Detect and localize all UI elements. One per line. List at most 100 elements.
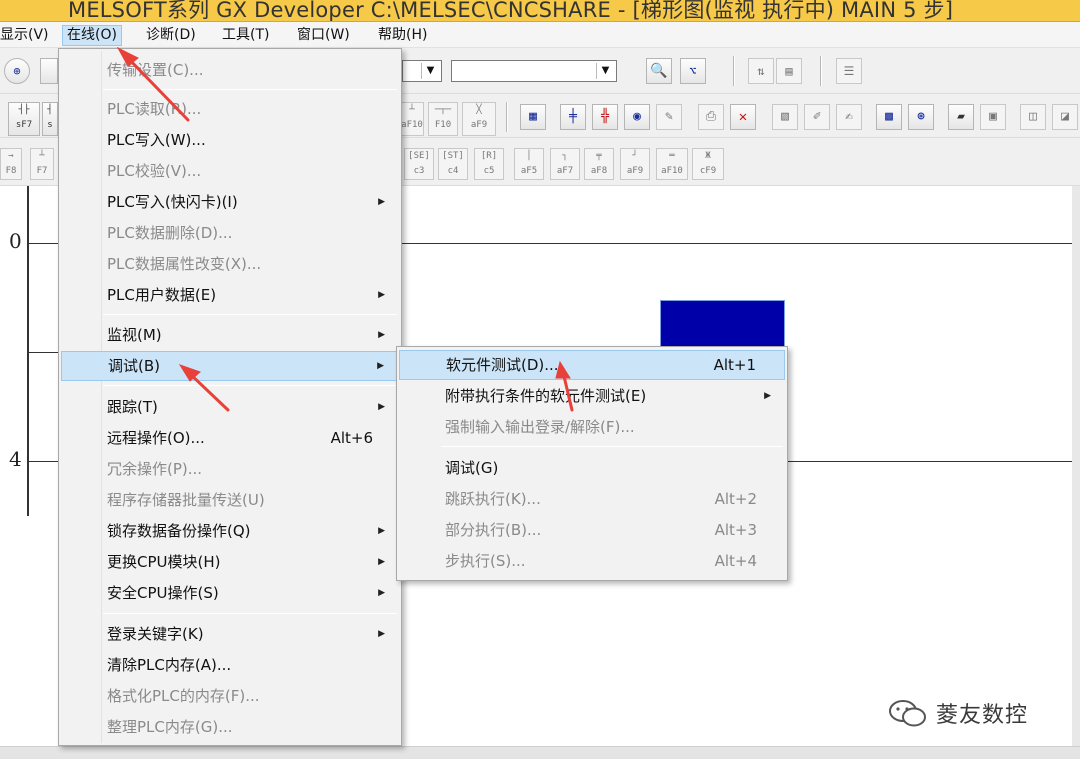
status-bar [0, 746, 1080, 759]
read-mode-icon[interactable]: ▣ [980, 104, 1006, 130]
delete-branch-button[interactable]: ЖcF9 [692, 148, 724, 180]
menu-diagnose[interactable]: 诊断(D) [142, 25, 200, 46]
submenu-arrow-icon: ▶ [378, 330, 385, 340]
submenu-arrow-icon: ▶ [378, 290, 385, 300]
gx-developer-window: { "window": { "title": "MELSOFT系列 GX Dev… [0, 0, 1080, 759]
list-icon[interactable]: ☰ [836, 58, 862, 84]
menu-item-plc-data-delete[interactable]: PLC数据删除(D)... [61, 218, 399, 248]
branch-button[interactable]: ┐ aF7 [550, 148, 580, 180]
line-button[interactable]: ─┬─ F10 [428, 102, 458, 136]
menu-item-label: 清除PLC内存(A)... [107, 656, 232, 674]
window-title: MELSOFT系列 GX Developer C:\MELSEC\CNCSHAR… [68, 0, 954, 22]
menu-item-organize-plc-memory[interactable]: 整理PLC内存(G)... [61, 712, 399, 742]
menu-item-partial-execution[interactable]: 部分执行(B)... Alt+3 [399, 515, 785, 545]
submenu-arrow-icon: ▶ [378, 526, 385, 536]
menu-item-remote-op[interactable]: 远程操作(O)... Alt+6 [61, 423, 399, 453]
find-icon[interactable]: ◉ [624, 104, 650, 130]
menu-tools[interactable]: 工具(T) [218, 25, 273, 46]
submenu-arrow-icon: ▶ [764, 391, 771, 401]
menu-item-debug[interactable]: 调试(B) ▶ [61, 351, 399, 381]
device-list-icon[interactable]: ▩ [876, 104, 902, 130]
tag-label: [R] [480, 151, 498, 161]
io-icon[interactable]: ▦ [520, 104, 546, 130]
menu-item-redundant-op[interactable]: 冗余操作(P)... [61, 454, 399, 484]
menu-item-plc-user-data[interactable]: PLC用户数据(E) ▶ [61, 280, 399, 310]
menu-item-register-keyword[interactable]: 登录关键字(K) ▶ [61, 619, 399, 649]
ladder-edit-icon[interactable]: ╬ [592, 104, 618, 130]
coil-button[interactable]: ┴ F7 [30, 148, 54, 180]
menu-item-device-test[interactable]: 软元件测试(D)... Alt+1 [399, 350, 785, 380]
step-icon[interactable]: ▰ [948, 104, 974, 130]
fkey-label: cF9 [699, 166, 717, 176]
menu-item-debug-mode[interactable]: 调试(G) [399, 453, 785, 483]
step-button[interactable]: [ST] c4 [438, 148, 468, 180]
menu-item-label: 跟踪(T) [107, 398, 158, 416]
menu-help[interactable]: 帮助(H) [374, 25, 431, 46]
monitor-icon[interactable]: ⊕ [4, 58, 30, 84]
menu-item-forced-io[interactable]: 强制输入输出登录/解除(F)... [399, 412, 785, 442]
menu-item-transfer-setup[interactable]: 传输设置(C)... [61, 55, 399, 85]
menu-item-step-execution[interactable]: 步执行(S)... Alt+4 [399, 546, 785, 576]
debug-submenu: 软元件测试(D)... Alt+1 附带执行条件的软元件测试(E) ▶ 强制输入… [396, 346, 788, 581]
delete-line-button[interactable]: ╳ aF9 [462, 102, 496, 136]
menu-item-replace-cpu[interactable]: 更换CPU模块(H) ▶ [61, 547, 399, 577]
menu-item-label: 附带执行条件的软元件测试(E) [445, 387, 647, 405]
menu-item-clear-plc-memory[interactable]: 清除PLC内存(A)... [61, 650, 399, 680]
vertical-line-button[interactable]: │ aF5 [514, 148, 544, 180]
menu-online[interactable]: 在线(O) [62, 25, 122, 46]
menu-item-plc-write-flash[interactable]: PLC写入(快闪卡)(I) ▶ [61, 187, 399, 217]
cancel-icon[interactable]: ✕ [730, 104, 756, 130]
menu-view[interactable]: 显示(V) [0, 25, 53, 46]
title-bar: MELSOFT系列 GX Developer C:\MELSEC\CNCSHAR… [0, 0, 1080, 22]
menu-item-label: PLC校验(V)... [107, 162, 202, 180]
contact-no-button[interactable]: ┤├ sF7 [8, 102, 40, 136]
menu-item-program-memory-transfer[interactable]: 程序存储器批量传送(U) [61, 485, 399, 515]
menu-item-label: PLC写入(W)... [107, 131, 206, 149]
program-combo[interactable]: ▼ [402, 60, 442, 82]
falling-edge-button[interactable]: ┴ aF10 [400, 102, 424, 136]
branch4-button[interactable]: ═ aF10 [656, 148, 688, 180]
zoom-icon[interactable]: ⊛ [908, 104, 934, 130]
ladder-icon[interactable]: ╪ [560, 104, 586, 130]
submenu-arrow-icon: ▶ [378, 629, 385, 639]
menu-separator [103, 613, 397, 614]
contact-nc-button[interactable]: ┤ s [42, 102, 58, 136]
tool-icon[interactable]: ✎ [656, 104, 682, 130]
comment-icon[interactable]: ▧ [772, 104, 798, 130]
transfer-icon[interactable]: ⇅ [748, 58, 774, 84]
menu-item-safety-cpu[interactable]: 安全CPU操作(S) ▶ [61, 578, 399, 608]
menu-item-plc-write[interactable]: PLC写入(W)... [61, 125, 399, 155]
menu-item-label: 程序存储器批量传送(U) [107, 491, 265, 509]
menu-item-monitor[interactable]: 监视(M) ▶ [61, 320, 399, 350]
window2-icon[interactable]: ◪ [1052, 104, 1078, 130]
menu-item-shortcut: Alt+1 [713, 356, 756, 374]
statement-icon[interactable]: ✐ [804, 104, 830, 130]
device-combo[interactable]: ▼ [451, 60, 617, 82]
device-icon[interactable] [40, 58, 58, 84]
menu-window[interactable]: 窗口(W) [293, 25, 354, 46]
menu-item-conditional-device-test[interactable]: 附带执行条件的软元件测试(E) ▶ [399, 381, 785, 411]
menu-item-plc-data-attr[interactable]: PLC数据属性改变(X)... [61, 249, 399, 279]
menu-item-format-plc-memory[interactable]: 格式化PLC的内存(F)... [61, 681, 399, 711]
chevron-down-icon: ▼ [421, 63, 439, 79]
branch2-button[interactable]: ╤ aF8 [584, 148, 614, 180]
output-button[interactable]: → F8 [0, 148, 22, 180]
ladder-cursor[interactable] [660, 300, 785, 352]
tree-icon[interactable]: ⌥ [680, 58, 706, 84]
menu-item-latch-backup[interactable]: 锁存数据备份操作(Q) ▶ [61, 516, 399, 546]
window-icon[interactable]: ◫ [1020, 104, 1046, 130]
branch3-button[interactable]: ┘ aF9 [620, 148, 650, 180]
note-icon[interactable]: ✍ [836, 104, 862, 130]
menu-item-plc-read[interactable]: PLC读取(R)... [61, 94, 399, 124]
menu-item-plc-verify[interactable]: PLC校验(V)... [61, 156, 399, 186]
param-icon[interactable]: ▤ [776, 58, 802, 84]
menu-item-shortcut: Alt+6 [330, 429, 373, 447]
reset-button[interactable]: [R] c5 [474, 148, 504, 180]
print-icon[interactable]: ⎙ [698, 104, 724, 130]
menu-item-skip-execution[interactable]: 跳跃执行(K)... Alt+2 [399, 484, 785, 514]
set-button[interactable]: [SE] c3 [404, 148, 434, 180]
search-icon[interactable]: 🔍 [646, 58, 672, 84]
menu-item-label: 软元件测试(D)... [446, 356, 559, 374]
vertical-scrollbar[interactable] [1072, 186, 1080, 746]
menu-item-trace[interactable]: 跟踪(T) ▶ [61, 392, 399, 422]
